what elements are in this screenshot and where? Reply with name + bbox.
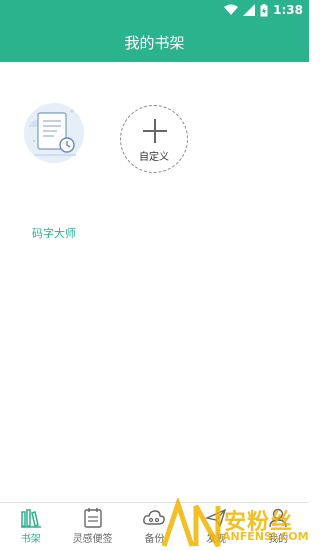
paper-plane-icon [205,508,227,528]
nav-label-discover: 发现 [206,534,227,545]
nav-label-notes: 灵感便签 [72,534,113,545]
nav-label-backup: 备份 [144,534,165,545]
bookshelf-icon [20,509,41,528]
nav-item-me[interactable]: 我的 [247,503,309,551]
book-title: 码字大师 [32,227,76,240]
nav-item-discover[interactable]: 发现 [185,503,247,551]
bottom-nav: 书架 灵感便签 备份 发现 我的 [0,502,309,551]
page-title: 我的书架 [124,34,185,52]
status-bar: 1:38 [0,0,309,22]
add-custom-book-button[interactable]: 自定义 [120,105,188,173]
nav-label-me: 我的 [268,534,289,545]
nav-label-bookshelf: 书架 [20,534,41,545]
add-custom-label: 自定义 [139,152,169,163]
signal-icon [243,4,256,16]
book-cover-icon [24,103,84,163]
status-time: 1:38 [273,3,303,17]
wifi-icon [224,4,239,15]
book-item[interactable]: 码字大师 [20,97,88,240]
status-icons: 1:38 [224,3,303,17]
plus-icon [143,119,167,143]
battery-icon [260,3,268,16]
nav-item-bookshelf[interactable]: 书架 [0,503,62,551]
nav-item-notes[interactable]: 灵感便签 [62,503,124,551]
cloud-icon [143,510,166,525]
app-bar: 我的书架 [0,22,309,62]
user-icon [269,508,287,528]
notepad-icon [83,508,102,528]
bookshelf-area: 码字大师 自定义 [0,62,309,502]
nav-item-backup[interactable]: 备份 [124,503,186,551]
